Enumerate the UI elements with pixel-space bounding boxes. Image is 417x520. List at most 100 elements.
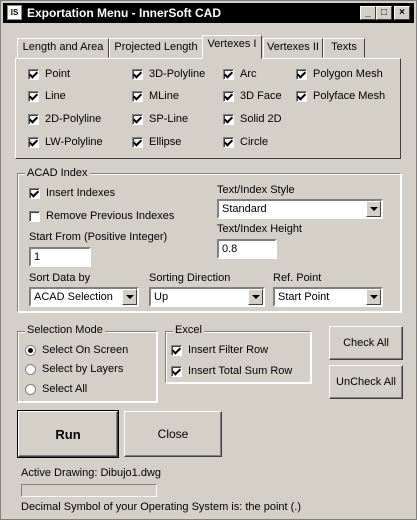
2d-polyline-checkbox[interactable]: 2D-Polyline: [28, 113, 101, 125]
chevron-down-icon[interactable]: [366, 289, 381, 305]
checkbox-box[interactable]: [296, 68, 307, 80]
text-index-style-label: Text/Index Style: [217, 184, 295, 196]
checkbox-box[interactable]: [171, 365, 182, 377]
close-button[interactable]: Close: [124, 411, 222, 457]
checkbox-label: Polyface Mesh: [313, 90, 386, 102]
checkbox-box[interactable]: [132, 136, 143, 148]
run-button[interactable]: Run: [17, 410, 119, 458]
select-value: Start Point: [278, 291, 330, 303]
select-value: Up: [154, 291, 169, 303]
checkbox-label: Solid 2D: [240, 113, 282, 125]
checkbox-label: Ellipse: [149, 136, 182, 148]
chevron-down-icon[interactable]: [122, 289, 137, 305]
checkbox-box[interactable]: [28, 90, 39, 102]
checkbox-label: 3D Face: [240, 90, 282, 102]
solid-2d-checkbox[interactable]: Solid 2D: [223, 113, 282, 125]
tab-vertexes-2[interactable]: Vertexes II: [263, 38, 323, 58]
radio-dot[interactable]: [25, 363, 36, 375]
ref-point-select[interactable]: Start Point: [273, 287, 383, 307]
text-index-style-select[interactable]: Standard: [217, 199, 383, 219]
select-all-radio[interactable]: Select All: [25, 383, 87, 395]
checkbox-box[interactable]: [223, 68, 234, 80]
select-on-screen-radio[interactable]: Select On Screen: [25, 344, 128, 356]
select-by-layers-radio[interactable]: Select by Layers: [25, 363, 123, 375]
polyface-mesh-checkbox[interactable]: Polyface Mesh: [296, 90, 385, 102]
checkbox-box[interactable]: [132, 113, 143, 125]
checkbox-label: Point: [45, 68, 71, 80]
acad-index-group-label: ACAD Index: [25, 167, 90, 179]
ref-point-label: Ref. Point: [273, 272, 322, 284]
tab-texts[interactable]: Texts: [323, 38, 365, 58]
checkbox-label: 2D-Polyline: [45, 113, 102, 125]
checkbox-box[interactable]: [28, 68, 39, 80]
insert-filter-row-checkbox[interactable]: Insert Filter Row: [171, 344, 268, 356]
title-bar[interactable]: IS Exportation Menu - InnerSoft CAD _ □ …: [3, 3, 414, 23]
checkbox-box[interactable]: [29, 210, 40, 222]
checkbox-label: Polygon Mesh: [313, 68, 383, 80]
selection-mode-group-label: Selection Mode: [25, 324, 105, 336]
checkbox-box[interactable]: [223, 113, 234, 125]
progress-bar: [21, 484, 157, 497]
ellipse-checkbox[interactable]: Ellipse: [132, 136, 181, 148]
checkbox-box[interactable]: [296, 90, 307, 102]
radio-dot[interactable]: [25, 383, 36, 395]
checkbox-box[interactable]: [223, 136, 234, 148]
checkbox-box[interactable]: [132, 90, 143, 102]
checkbox-label: Insert Total Sum Row: [188, 365, 293, 377]
tab-length-and-area[interactable]: Length and Area: [17, 38, 109, 58]
close-window-button[interactable]: ×: [394, 6, 410, 20]
checkbox-label: Remove Previous Indexes: [46, 210, 175, 222]
remove-previous-indexes-checkbox[interactable]: Remove Previous Indexes: [29, 210, 174, 222]
radio-dot[interactable]: [25, 344, 36, 356]
arc-checkbox[interactable]: Arc: [223, 68, 257, 80]
line-checkbox[interactable]: Line: [28, 90, 66, 102]
app-icon: IS: [7, 5, 22, 20]
sorting-direction-select[interactable]: Up: [149, 287, 265, 307]
circle-checkbox[interactable]: Circle: [223, 136, 268, 148]
radio-label: Select by Layers: [42, 363, 124, 375]
3d-polyline-checkbox[interactable]: 3D-Polyline: [132, 68, 205, 80]
chevron-down-icon[interactable]: [366, 201, 381, 217]
excel-group-label: Excel: [173, 324, 204, 336]
window-title: Exportation Menu - InnerSoft CAD: [27, 6, 221, 20]
3d-face-checkbox[interactable]: 3D Face: [223, 90, 282, 102]
check-all-button[interactable]: Check All: [329, 326, 403, 360]
checkbox-label: Circle: [240, 136, 269, 148]
start-from-label: Start From (Positive Integer): [29, 231, 168, 243]
checkbox-label: Insert Indexes: [46, 187, 116, 199]
sort-data-by-label: Sort Data by: [29, 272, 91, 284]
mline-checkbox[interactable]: MLine: [132, 90, 179, 102]
radio-label: Select On Screen: [42, 344, 129, 356]
insert-total-sum-row-checkbox[interactable]: Insert Total Sum Row: [171, 365, 292, 377]
sort-data-by-select[interactable]: ACAD Selection: [29, 287, 139, 307]
uncheck-all-button[interactable]: UnCheck All: [329, 365, 403, 399]
vertexes-1-panel: Point Line 2D-Polyline LW-Polyline 3D-Po…: [15, 58, 401, 159]
checkbox-label: Insert Filter Row: [188, 344, 269, 356]
sorting-direction-label: Sorting Direction: [149, 272, 231, 284]
minimize-button[interactable]: _: [360, 6, 376, 20]
checkbox-label: Arc: [240, 68, 257, 80]
lw-polyline-checkbox[interactable]: LW-Polyline: [28, 136, 103, 148]
polygon-mesh-checkbox[interactable]: Polygon Mesh: [296, 68, 383, 80]
checkbox-box[interactable]: [29, 187, 40, 199]
checkbox-box[interactable]: [132, 68, 143, 80]
select-value: Standard: [222, 203, 267, 215]
text-index-height-label: Text/Index Height: [217, 223, 302, 235]
start-from-input[interactable]: 1: [29, 247, 91, 267]
maximize-button[interactable]: □: [376, 6, 392, 20]
checkbox-label: MLine: [149, 90, 179, 102]
text-index-height-input[interactable]: 0.8: [217, 239, 277, 259]
checkbox-box[interactable]: [28, 113, 39, 125]
checkbox-box[interactable]: [171, 344, 182, 356]
chevron-down-icon[interactable]: [248, 289, 263, 305]
tab-vertexes-1[interactable]: Vertexes I: [202, 35, 262, 59]
checkbox-label: SP-Line: [149, 113, 189, 125]
insert-indexes-checkbox[interactable]: Insert Indexes: [29, 187, 115, 199]
select-value: ACAD Selection: [34, 291, 113, 303]
sp-line-checkbox[interactable]: SP-Line: [132, 113, 188, 125]
checkbox-box[interactable]: [28, 136, 39, 148]
tab-projected-length[interactable]: Projected Length: [109, 38, 203, 58]
exportation-menu-window: IS Exportation Menu - InnerSoft CAD _ □ …: [0, 0, 417, 520]
point-checkbox[interactable]: Point: [28, 68, 70, 80]
checkbox-box[interactable]: [223, 90, 234, 102]
